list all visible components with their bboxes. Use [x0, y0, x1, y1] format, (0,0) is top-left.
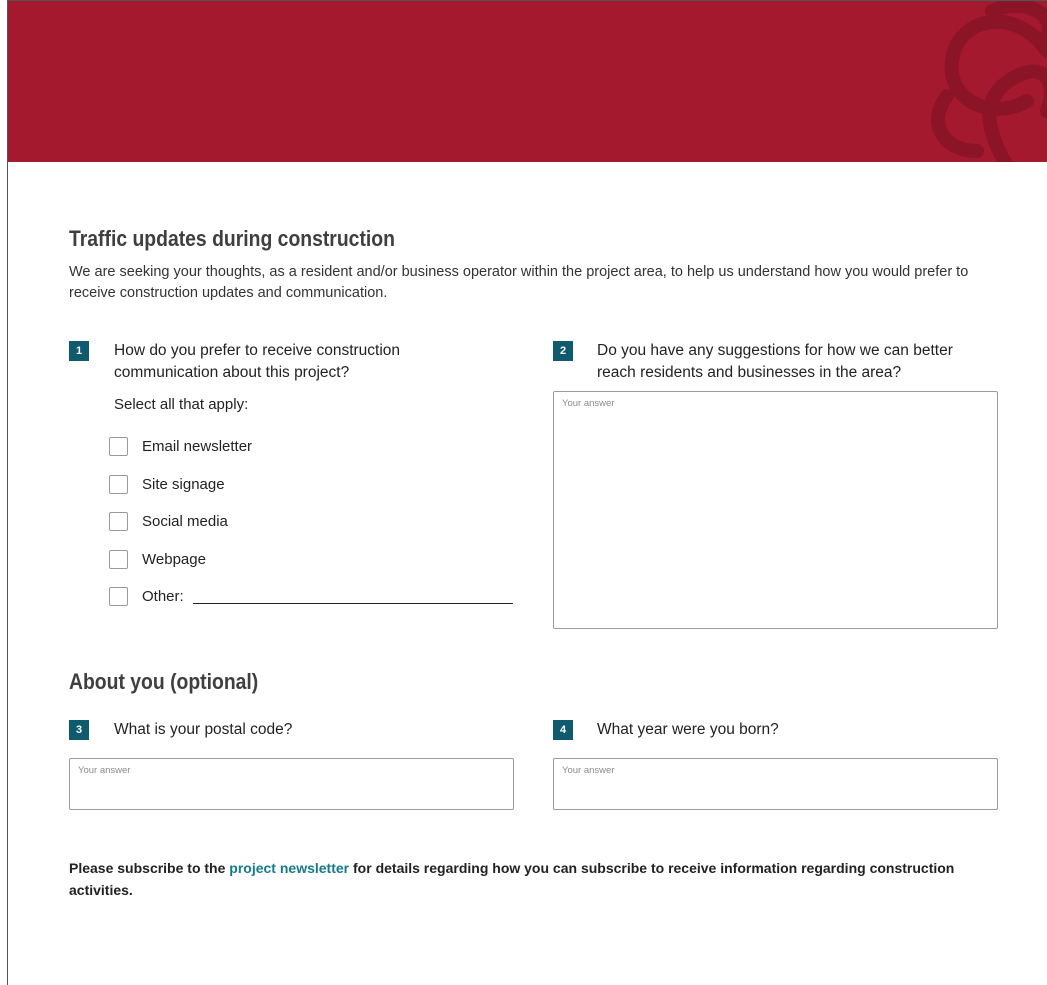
question-number-badge: 4	[553, 720, 573, 740]
question-1-text: How do you prefer to receive constructio…	[114, 340, 400, 384]
subscribe-note: Please subscribe to the project newslett…	[69, 857, 969, 901]
option-label: Site signage	[142, 476, 225, 493]
question-4-text: What year were you born?	[597, 721, 779, 738]
checkbox[interactable]	[109, 512, 128, 531]
question-number-badge: 2	[553, 341, 573, 361]
answer-placeholder: Your answer	[78, 765, 131, 776]
option-other[interactable]: Other:	[109, 587, 184, 606]
suggestions-answer-field[interactable]: Your answer	[553, 391, 998, 629]
question-number-badge: 1	[69, 341, 89, 361]
header-banner	[8, 1, 1047, 162]
checkbox[interactable]	[109, 437, 128, 456]
question-2-line1: Do you have any suggestions for how we c…	[597, 342, 953, 359]
birth-year-field[interactable]: Your answer	[553, 758, 998, 810]
option-label: Social media	[142, 513, 228, 530]
answer-placeholder: Your answer	[562, 398, 615, 409]
question-1-line1: How do you prefer to receive constructio…	[114, 342, 401, 359]
knot-logo-icon	[931, 1, 1047, 162]
question-1-line2: communication about this project?	[114, 364, 350, 381]
select-hint: Select all that apply:	[114, 396, 249, 413]
option-label: Email newsletter	[142, 438, 253, 455]
checkbox[interactable]	[109, 550, 128, 569]
option-site-signage[interactable]: Site signage	[109, 475, 225, 494]
question-number-badge: 3	[69, 720, 89, 740]
question-2-text: Do you have any suggestions for how we c…	[597, 340, 953, 384]
option-label: Other:	[142, 588, 184, 605]
subscribe-note-before: Please subscribe to the	[69, 860, 230, 876]
answer-placeholder: Your answer	[562, 765, 615, 776]
option-webpage[interactable]: Webpage	[109, 550, 206, 569]
question-2-line2: reach residents and businesses in the ar…	[597, 364, 902, 381]
option-label: Webpage	[142, 551, 206, 568]
option-email-newsletter[interactable]: Email newsletter	[109, 437, 252, 456]
checkbox[interactable]	[109, 475, 128, 494]
option-social-media[interactable]: Social media	[109, 512, 228, 531]
section-title-traffic: Traffic updates during construction	[69, 226, 395, 251]
checkbox[interactable]	[109, 587, 128, 606]
other-answer-line[interactable]	[193, 603, 513, 604]
intro-text: We are seeking your thoughts, as a resid…	[69, 264, 969, 301]
section-title-about-you: About you (optional)	[69, 669, 259, 694]
postal-code-field[interactable]: Your answer	[69, 758, 514, 810]
question-3-text: What is your postal code?	[114, 721, 293, 738]
project-newsletter-link[interactable]: project newsletter	[229, 860, 349, 876]
